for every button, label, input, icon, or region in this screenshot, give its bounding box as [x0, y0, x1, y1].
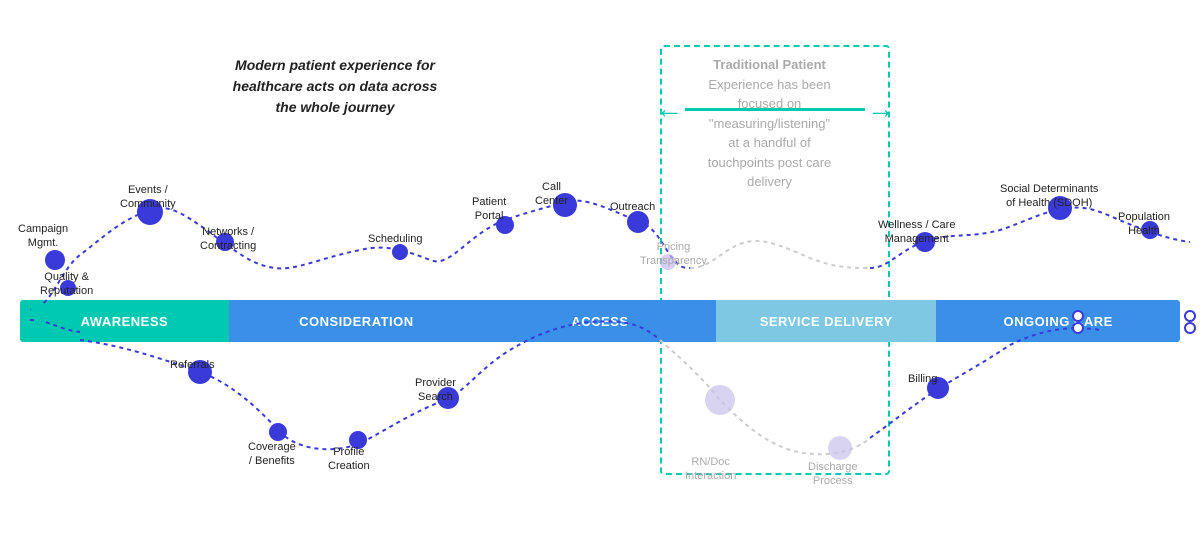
traditional-patient-text: Traditional Patient Experience has been …: [672, 55, 867, 192]
arrow-right-icon: →: [867, 95, 895, 123]
label-coverage: Coverage/ Benefits: [248, 440, 296, 469]
label-events: Events /Community: [120, 183, 176, 212]
label-referrals: Referrals: [170, 358, 215, 372]
label-pricing: PricingTran­sparency: [640, 240, 707, 269]
segment-consideration: CONSIDERATION: [229, 300, 484, 342]
label-discharge: DischargeProcess: [808, 460, 858, 489]
segment-awareness: AWARENESS: [20, 300, 229, 342]
label-population: PopulationHealth: [1118, 210, 1170, 239]
label-call-center: CallCenter: [535, 180, 568, 209]
label-outreach: Outreach: [610, 200, 655, 214]
diagram-container: Modern patient experience for healthcare…: [0, 0, 1200, 533]
label-billing: Billing: [908, 372, 937, 386]
modern-patient-text: Modern patient experience for healthcare…: [230, 55, 440, 118]
label-wellness: Wellness / CareManagement: [878, 218, 955, 247]
label-networks: Networks /Contracting: [200, 225, 256, 254]
label-campaign: CampaignMgmt.: [18, 222, 68, 251]
segment-access: ACCESS: [484, 300, 716, 342]
segment-ongoing-care: ONGOING CARE: [936, 300, 1180, 342]
segment-service-delivery: SERVICE DELIVERY: [716, 300, 936, 342]
label-quality: Quality &Reputation: [40, 270, 93, 299]
label-provider: ProviderSearch: [415, 376, 456, 405]
journey-bar: AWARENESS CONSIDERATION ACCESS SERVICE D…: [20, 300, 1180, 342]
label-sdoh: Social Determinantsof Health (SDOH): [1000, 182, 1098, 211]
label-rn-doc: RN/DocInteraction: [685, 455, 736, 484]
label-profile: ProfileCreation: [328, 445, 370, 474]
label-patient-portal: PatientPortal: [472, 195, 506, 224]
path-svg: [0, 0, 1200, 533]
label-scheduling: Scheduling: [368, 232, 422, 246]
